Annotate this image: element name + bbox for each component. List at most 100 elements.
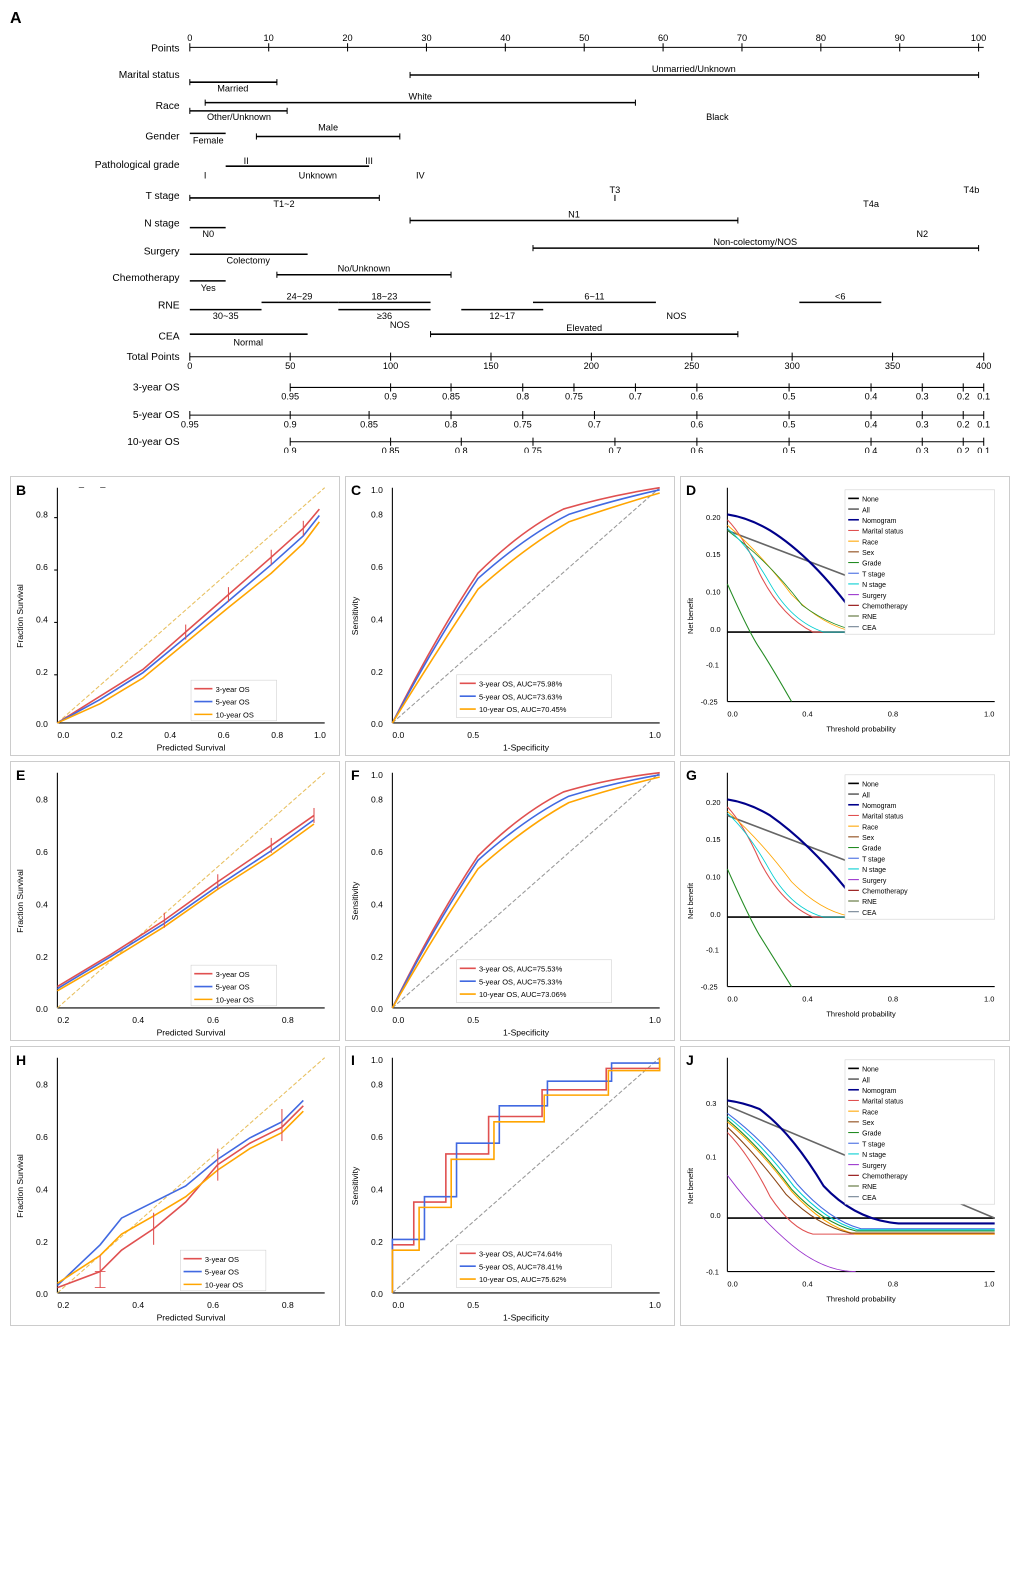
svg-text:Marital status: Marital status	[119, 70, 180, 81]
svg-text:0.15: 0.15	[706, 835, 721, 844]
svg-text:RNE: RNE	[862, 614, 877, 621]
svg-text:3-year OS, AUC=74.64%: 3-year OS, AUC=74.64%	[479, 1250, 563, 1259]
svg-text:5-year OS: 5-year OS	[216, 698, 250, 707]
svg-text:Marital status: Marital status	[862, 529, 904, 536]
svg-text:0.6: 0.6	[207, 1300, 219, 1310]
svg-text:0.0: 0.0	[727, 710, 737, 719]
svg-text:Fraction Survival: Fraction Survival	[15, 869, 25, 933]
svg-text:RNE: RNE	[862, 899, 877, 906]
svg-text:0.2: 0.2	[36, 952, 48, 962]
svg-text:N2: N2	[916, 229, 928, 239]
svg-text:0.4: 0.4	[371, 899, 383, 909]
section-i-label: I	[351, 1052, 355, 1068]
svg-text:0.1: 0.1	[977, 446, 990, 453]
svg-text:10-year OS, AUC=70.45%: 10-year OS, AUC=70.45%	[479, 705, 567, 714]
section-b-label: B	[16, 482, 26, 498]
svg-text:3-year OS: 3-year OS	[216, 970, 250, 979]
svg-text:1-Specificity: 1-Specificity	[503, 743, 550, 753]
svg-text:0.1: 0.1	[977, 392, 990, 402]
svg-text:0.0: 0.0	[36, 1004, 48, 1014]
svg-text:0.2: 0.2	[36, 667, 48, 677]
svg-text:0.9: 0.9	[284, 446, 297, 453]
svg-text:0.3: 0.3	[706, 1099, 716, 1108]
svg-text:Race: Race	[862, 824, 878, 831]
svg-text:0.0: 0.0	[727, 995, 737, 1004]
svg-text:1.0: 1.0	[371, 485, 383, 495]
svg-text:III: III	[365, 156, 373, 166]
svg-text:0.6: 0.6	[690, 419, 703, 429]
svg-text:Marital status: Marital status	[862, 814, 904, 821]
svg-text:Fraction Survival: Fraction Survival	[15, 584, 25, 648]
svg-text:0.8: 0.8	[36, 795, 48, 805]
svg-text:0.8: 0.8	[36, 1080, 48, 1090]
svg-text:1.0: 1.0	[371, 1055, 383, 1065]
plot-d: D -0.25 -0.1 0.0 0.10 0.15 0.20 0.0 0.4 …	[680, 476, 1010, 756]
svg-text:0.2: 0.2	[57, 1300, 69, 1310]
svg-text:Marital status: Marital status	[862, 1099, 904, 1106]
svg-text:0.15: 0.15	[706, 550, 721, 559]
svg-text:0.4: 0.4	[802, 1280, 812, 1289]
svg-text:CEA: CEA	[862, 1195, 877, 1202]
plot-f: F 0.0 0.2 0.4 0.6 0.8 1.0 0.0 0.5 1.0 Se…	[345, 761, 675, 1041]
svg-text:Surgery: Surgery	[144, 246, 181, 257]
svg-text:0.8: 0.8	[36, 510, 48, 520]
svg-text:Predicted Survival: Predicted Survival	[157, 743, 226, 753]
svg-text:0.8: 0.8	[371, 510, 383, 520]
svg-text:Chemotherapy: Chemotherapy	[862, 889, 908, 896]
svg-text:N1: N1	[568, 209, 580, 219]
svg-text:0.2: 0.2	[36, 1237, 48, 1247]
svg-text:0.2: 0.2	[371, 1237, 383, 1247]
svg-text:None: None	[862, 497, 879, 504]
svg-text:6~11: 6~11	[584, 291, 604, 301]
svg-text:None: None	[862, 1067, 879, 1074]
svg-text:150: 150	[483, 361, 498, 371]
svg-text:0.8: 0.8	[455, 446, 468, 453]
svg-text:1.0: 1.0	[649, 1300, 661, 1310]
svg-text:Sex: Sex	[862, 550, 874, 557]
svg-text:30~35: 30~35	[213, 311, 239, 321]
svg-text:Colectomy: Colectomy	[226, 255, 270, 265]
svg-text:0.4: 0.4	[132, 1015, 144, 1025]
svg-text:0.4: 0.4	[36, 614, 48, 624]
svg-text:T stage: T stage	[862, 571, 885, 578]
section-a-label: A	[10, 10, 22, 28]
svg-text:T stage: T stage	[862, 1141, 885, 1148]
svg-text:10: 10	[264, 33, 274, 43]
svg-text:0.4: 0.4	[36, 899, 48, 909]
svg-text:0.0: 0.0	[710, 625, 720, 634]
svg-text:0.0: 0.0	[57, 730, 69, 740]
svg-text:Chemotherapy: Chemotherapy	[862, 1174, 908, 1181]
svg-text:0.5: 0.5	[783, 419, 796, 429]
svg-text:0: 0	[187, 361, 192, 371]
svg-text:Elevated: Elevated	[566, 323, 602, 333]
svg-text:1.0: 1.0	[984, 995, 994, 1004]
svg-text:90: 90	[895, 33, 905, 43]
svg-text:60: 60	[658, 33, 668, 43]
svg-text:Chemotherapy: Chemotherapy	[112, 273, 180, 284]
plot-g: G -0.25 -0.1 0.0 0.10 0.15 0.20 0.0 0.4 …	[680, 761, 1010, 1041]
plot-j: J -0.1 0.0 0.1 0.3 0.0 0.4 0.8 1.0	[680, 1046, 1010, 1326]
svg-text:All: All	[862, 792, 870, 799]
svg-text:RNE: RNE	[158, 301, 180, 312]
svg-text:0.0: 0.0	[36, 719, 48, 729]
svg-text:1.0: 1.0	[649, 730, 661, 740]
svg-text:Race: Race	[156, 101, 180, 112]
svg-text:NOS: NOS	[390, 320, 410, 330]
svg-text:5-year OS, AUC=73.63%: 5-year OS, AUC=73.63%	[479, 692, 563, 701]
svg-text:Surgery: Surgery	[862, 878, 887, 885]
svg-text:1.0: 1.0	[371, 770, 383, 780]
svg-text:T4a: T4a	[863, 199, 880, 209]
svg-text:0.85: 0.85	[360, 419, 378, 429]
svg-text:3-year OS: 3-year OS	[216, 685, 250, 694]
svg-text:0.4: 0.4	[164, 730, 176, 740]
svg-text:3-year OS, AUC=75.98%: 3-year OS, AUC=75.98%	[479, 680, 563, 689]
svg-text:0.6: 0.6	[371, 562, 383, 572]
svg-text:Total Points: Total Points	[127, 352, 180, 363]
svg-text:-0.1: -0.1	[706, 1268, 719, 1277]
svg-text:T3: T3	[610, 185, 621, 195]
svg-text:CEA: CEA	[862, 910, 877, 917]
svg-text:5-year OS: 5-year OS	[216, 983, 250, 992]
svg-text:0.2: 0.2	[957, 446, 970, 453]
svg-text:350: 350	[885, 361, 900, 371]
svg-text:Chemotherapy: Chemotherapy	[862, 604, 908, 611]
